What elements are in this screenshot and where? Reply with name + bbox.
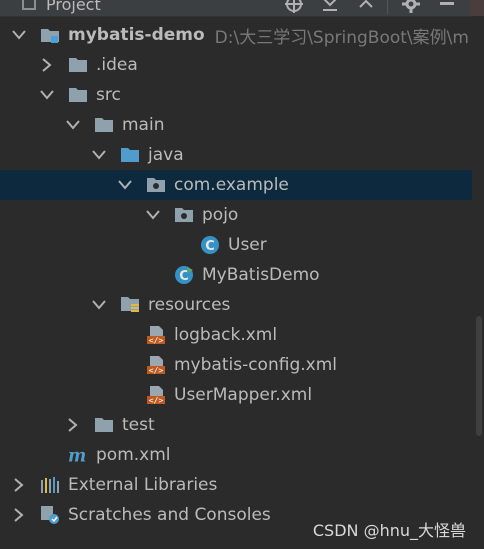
scratches-icon — [40, 506, 60, 524]
chevron-down-icon[interactable] — [118, 178, 132, 192]
package-icon — [174, 206, 194, 224]
tree-label-mybatisdemo: MyBatisDemo — [202, 265, 320, 285]
tree-label-usermapper: UserMapper.xml — [174, 385, 313, 405]
runnable-class-icon: C — [174, 266, 194, 284]
source-folder-icon — [120, 146, 140, 164]
svg-text:</>: </> — [149, 366, 164, 375]
scrollbar-thumb[interactable] — [476, 316, 482, 436]
collapse-all-icon[interactable] — [353, 0, 379, 15]
svg-text:C: C — [205, 239, 215, 254]
tree-label-pom: pom.xml — [96, 445, 171, 465]
svg-text:</>: </> — [149, 336, 164, 345]
maven-icon: m — [68, 446, 88, 464]
chevron-down-icon[interactable] — [12, 28, 26, 42]
svg-text:</>: </> — [149, 396, 164, 405]
hide-icon[interactable] — [434, 0, 460, 15]
tree-node-user-class[interactable]: C User — [0, 230, 472, 260]
tree-label-root: mybatis-demo — [68, 25, 205, 45]
tree-label-user: User — [228, 235, 267, 255]
tree-node-com-example[interactable]: com.example — [0, 170, 472, 200]
tree-label-logback: logback.xml — [174, 325, 278, 345]
folder-icon — [68, 56, 88, 74]
class-icon: C — [200, 236, 220, 254]
side-tab-strip — [470, 0, 484, 16]
package-icon — [146, 176, 166, 194]
tree-root-path: D:\大三学习\SpringBoot\案例\m — [214, 27, 469, 48]
tree-node-idea[interactable]: . idea — [0, 50, 472, 80]
tree-label-pojo: pojo — [202, 205, 239, 225]
vertical-scrollbar[interactable] — [472, 16, 484, 549]
tree-node-main[interactable]: main — [0, 110, 472, 140]
tree-node-mybatis-demo[interactable]: mybatis-demo D:\大三学习\SpringBoot\案例\m — [0, 20, 472, 50]
chevron-down-icon[interactable] — [92, 148, 106, 162]
xml-file-icon: </> — [146, 386, 166, 405]
tree-node-resources[interactable]: resources — [0, 290, 472, 320]
tree-node-logback-xml[interactable]: </> logback.xml — [0, 320, 472, 350]
tree-node-mybatisdemo-class[interactable]: C MyBatisDemo — [0, 260, 472, 290]
xml-file-icon: </> — [146, 356, 166, 375]
tree-node-external-libraries[interactable]: External Libraries — [0, 470, 472, 500]
chevron-down-icon[interactable] — [40, 88, 54, 102]
svg-text:m: m — [68, 446, 86, 464]
tree-label-external-libraries: External Libraries — [68, 475, 218, 495]
chevron-right-icon[interactable] — [12, 508, 26, 522]
resources-folder-icon — [120, 296, 140, 314]
tree-label-src: src — [96, 85, 121, 105]
toolbar-separator — [387, 0, 388, 14]
tree-node-test[interactable]: test — [0, 410, 472, 440]
tree-node-src[interactable]: src — [0, 80, 472, 110]
chevron-right-icon[interactable] — [66, 418, 80, 432]
tree-label-java: java — [148, 145, 184, 165]
tree-node-pom-xml[interactable]: m pom.xml — [0, 440, 472, 470]
project-tree: mybatis-demo D:\大三学习\SpringBoot\案例\m . id… — [0, 20, 472, 530]
expand-all-icon[interactable] — [317, 0, 343, 15]
module-folder-icon — [40, 26, 60, 44]
gear-icon[interactable] — [398, 0, 424, 15]
chevron-down-icon[interactable] — [146, 208, 160, 222]
tree-label-mybatis-config: mybatis-config.xml — [174, 355, 337, 375]
folder-icon — [94, 116, 114, 134]
tree-label-test: test — [122, 415, 155, 435]
locate-icon[interactable] — [281, 0, 307, 15]
chevron-down-icon[interactable] — [92, 298, 106, 312]
tree-label-scratches: Scratches and Consoles — [68, 505, 271, 525]
folder-icon — [68, 86, 88, 104]
xml-file-icon: </> — [146, 326, 166, 345]
project-toolbar: Project — [0, 0, 484, 17]
chevron-right-icon[interactable] — [12, 478, 26, 492]
tree-node-usermapper-xml[interactable]: </> UserMapper.xml — [0, 380, 472, 410]
chevron-down-icon[interactable] — [66, 118, 80, 132]
tree-node-java[interactable]: java — [0, 140, 472, 170]
tree-label-main: main — [122, 115, 165, 135]
tree-label-resources: resources — [148, 295, 231, 315]
libraries-icon — [40, 476, 60, 494]
folder-icon — [94, 416, 114, 434]
tree-node-pojo[interactable]: pojo — [0, 200, 472, 230]
tree-label-com-example: com.example — [174, 175, 289, 195]
watermark-text: CSDN @hnu_大怪兽 — [312, 521, 466, 540]
tree-label-idea: idea — [101, 55, 138, 75]
project-icon — [22, 0, 36, 10]
project-view-selector[interactable]: Project — [4, 0, 101, 16]
tree-node-mybatis-config-xml[interactable]: </> mybatis-config.xml — [0, 350, 472, 380]
project-view-title: Project — [46, 0, 101, 14]
chevron-right-icon[interactable] — [40, 58, 54, 72]
